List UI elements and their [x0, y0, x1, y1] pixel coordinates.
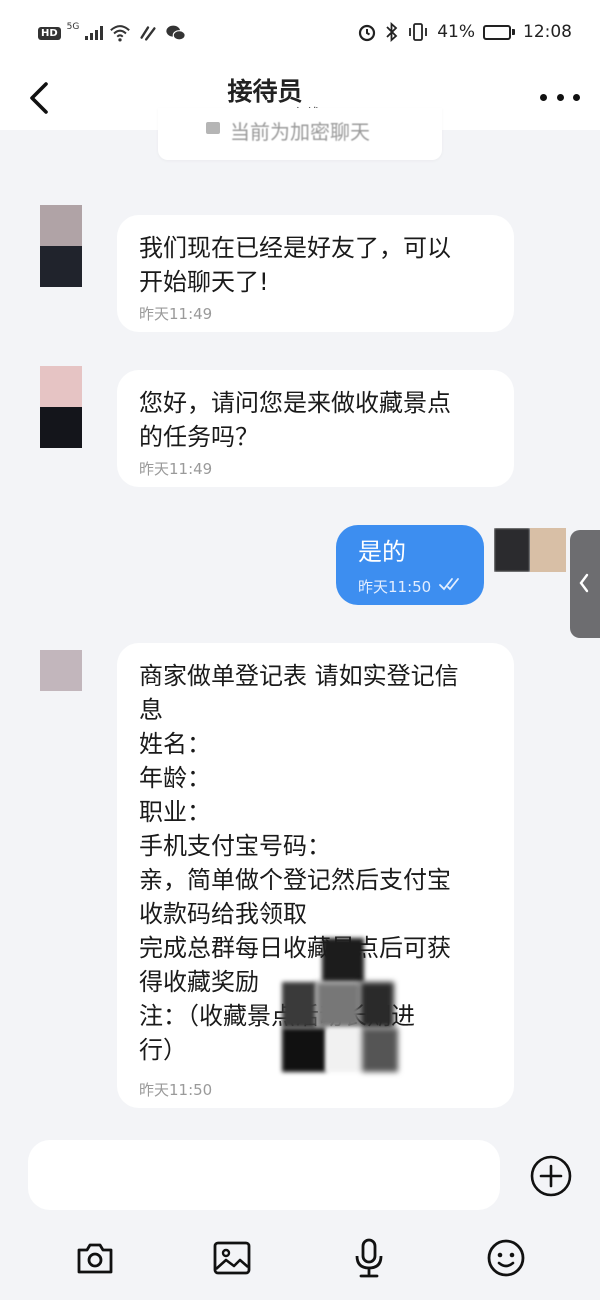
network-type: 5G: [66, 22, 80, 32]
mosaic-overlay: [272, 938, 402, 1088]
battery-percent: 41%: [437, 22, 475, 42]
more-dot-icon: [556, 93, 564, 101]
plus-circle-icon[interactable]: [528, 1153, 574, 1199]
wechat-icon: [166, 25, 187, 41]
message-time: 昨天11:49: [139, 460, 213, 478]
more-dot-icon: [540, 93, 547, 101]
encryption-notice: 当前为加密聊天: [158, 108, 442, 160]
message-bubble-incoming[interactable]: 我们现在已经是好友了，可以 开始聊天了! 昨天11:49: [117, 215, 514, 332]
agent-avatar[interactable]: [40, 205, 82, 287]
message-bubble-incoming[interactable]: 您好，请问您是来做收藏景点 的任务吗？ 昨天11:49: [117, 370, 514, 487]
double-check-icon: [439, 578, 459, 591]
lock-icon: [206, 122, 220, 134]
message-bubble-outgoing[interactable]: 是的 昨天11:50: [336, 525, 484, 605]
message-text: 您好，请问您是来做收藏景点 的任务吗？: [139, 389, 451, 451]
status-bar: HD 5G 41% 12:08: [0, 0, 600, 66]
wifi-icon: [110, 25, 131, 42]
message-bubble-incoming[interactable]: 商家做单登记表 请如实登记信 息 姓名： 年龄： 职业： 手机支付宝号码： 亲，…: [117, 643, 514, 1108]
message-time: 昨天11:49: [139, 305, 213, 323]
microphone-icon[interactable]: [347, 1236, 391, 1280]
battery-icon: [483, 24, 515, 40]
more-options-button[interactable]: [540, 82, 580, 112]
message-time: 昨天11:50: [139, 1081, 213, 1099]
notice-text: 当前为加密聊天: [230, 120, 370, 144]
contact-name: 接待员: [227, 77, 303, 106]
chat-screen: HD 5G 41% 12:08 接待员 在线: [0, 0, 600, 1300]
user-avatar[interactable]: [494, 528, 572, 572]
emoji-icon[interactable]: [484, 1236, 528, 1280]
message-time: 昨天11:50: [358, 578, 432, 596]
image-icon[interactable]: [210, 1236, 254, 1280]
link-icon: [140, 26, 156, 41]
status-left: HD 5G: [38, 22, 187, 44]
bluetooth-icon: [386, 22, 398, 42]
message-input[interactable]: [28, 1140, 500, 1210]
camera-icon[interactable]: [73, 1236, 117, 1280]
message-text: 我们现在已经是好友了，可以 开始聊天了!: [139, 234, 451, 296]
signal-icon: [85, 26, 104, 40]
hd-badge: HD: [38, 26, 61, 40]
clock: 12:08: [523, 22, 572, 42]
chevron-left-icon: [579, 573, 589, 593]
alarm-icon: [359, 24, 376, 42]
agent-avatar[interactable]: [40, 650, 82, 694]
more-dot-icon: [573, 93, 580, 101]
side-drawer-handle[interactable]: [570, 530, 600, 638]
agent-avatar[interactable]: [40, 366, 82, 448]
status-right: 41% 12:08: [357, 22, 572, 42]
vibrate-icon: [409, 23, 428, 41]
message-text: 是的: [358, 538, 406, 566]
